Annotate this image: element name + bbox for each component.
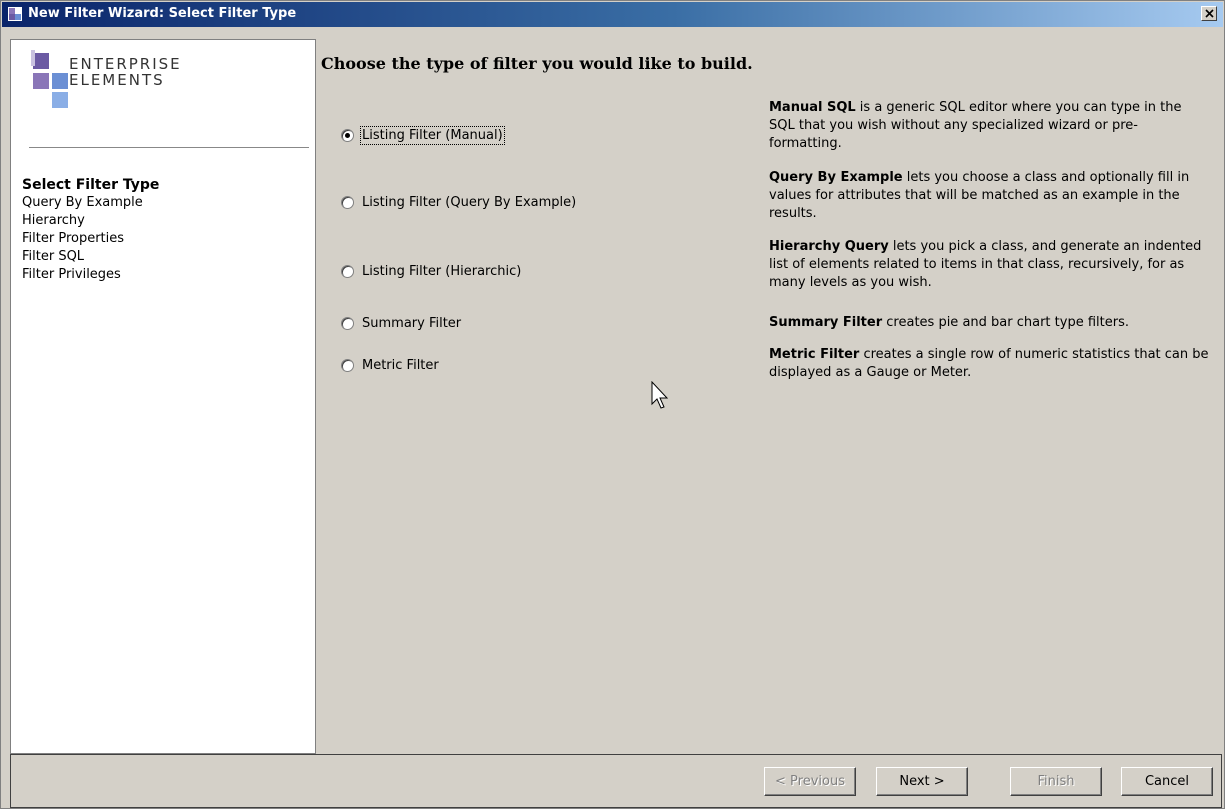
title-bar[interactable]: New Filter Wizard: Select Filter Type bbox=[2, 2, 1223, 27]
enterprise-elements-logo: ENTERPRISE ELEMENTS bbox=[31, 50, 211, 126]
option-label: Summary Filter bbox=[362, 315, 462, 331]
radio-button[interactable] bbox=[341, 264, 354, 278]
filter-type-panel: Choose the type of filter you would like… bbox=[317, 39, 1223, 754]
next-button[interactable]: Next > bbox=[876, 767, 968, 796]
radio-listing-manual[interactable]: Listing Filter (Manual) bbox=[341, 125, 505, 145]
close-icon bbox=[1205, 9, 1214, 18]
step-hierarchy: Hierarchy bbox=[22, 213, 85, 228]
option-description: Hierarchy Query lets you pick a class, a… bbox=[769, 238, 1209, 292]
radio-listing-hierarchic[interactable]: Listing Filter (Hierarchic) bbox=[341, 261, 521, 281]
wizard-steps-panel: ENTERPRISE ELEMENTS Select Filter Type Q… bbox=[10, 39, 316, 754]
step-filter-sql: Filter SQL bbox=[22, 249, 85, 264]
option-label: Listing Filter (Manual) bbox=[360, 125, 505, 145]
option-description: Metric Filter creates a single row of nu… bbox=[769, 346, 1209, 382]
radio-button[interactable] bbox=[341, 316, 354, 330]
option-label: Listing Filter (Query By Example) bbox=[362, 194, 577, 210]
description-title: Summary Filter bbox=[769, 315, 883, 330]
description-title: Metric Filter bbox=[769, 347, 860, 362]
app-icon bbox=[8, 7, 22, 21]
wizard-button-bar: < Previous Next > Finish Cancel bbox=[10, 754, 1222, 808]
radio-button[interactable] bbox=[341, 358, 354, 372]
option-description: Summary Filter creates pie and bar chart… bbox=[769, 314, 1209, 332]
option-label: Listing Filter (Hierarchic) bbox=[362, 263, 522, 279]
radio-button-selected[interactable] bbox=[341, 128, 354, 142]
step-list: Select Filter Type Query By Example Hier… bbox=[22, 176, 159, 284]
step-filter-properties: Filter Properties bbox=[22, 231, 125, 246]
description-title: Query By Example bbox=[769, 170, 903, 185]
description-title: Hierarchy Query bbox=[769, 239, 889, 254]
mouse-cursor-icon bbox=[651, 381, 669, 409]
option-description: Query By Example lets you choose a class… bbox=[769, 169, 1209, 223]
description-text: creates pie and bar chart type filters. bbox=[882, 315, 1129, 330]
radio-metric-filter[interactable]: Metric Filter bbox=[341, 355, 439, 375]
finish-button[interactable]: Finish bbox=[1010, 767, 1102, 796]
cancel-button[interactable]: Cancel bbox=[1121, 767, 1213, 796]
step-select-filter-type: Select Filter Type bbox=[22, 177, 160, 193]
option-description: Manual SQL is a generic SQL editor where… bbox=[769, 99, 1209, 153]
radio-listing-qbe[interactable]: Listing Filter (Query By Example) bbox=[341, 192, 576, 212]
radio-summary-filter[interactable]: Summary Filter bbox=[341, 313, 461, 333]
logo-mark-icon bbox=[31, 50, 68, 108]
logo-line-1: ENTERPRISE bbox=[69, 55, 182, 73]
sidebar-divider bbox=[29, 147, 309, 148]
option-label: Metric Filter bbox=[362, 357, 439, 373]
description-title: Manual SQL bbox=[769, 100, 856, 115]
close-button[interactable] bbox=[1201, 6, 1217, 21]
window-title: New Filter Wizard: Select Filter Type bbox=[28, 6, 297, 21]
step-filter-privileges: Filter Privileges bbox=[22, 267, 121, 282]
step-query-by-example: Query By Example bbox=[22, 195, 143, 210]
wizard-window: New Filter Wizard: Select Filter Type EN… bbox=[0, 0, 1225, 809]
radio-button[interactable] bbox=[341, 195, 354, 209]
previous-button[interactable]: < Previous bbox=[764, 767, 856, 796]
logo-line-2: ELEMENTS bbox=[69, 71, 165, 89]
page-heading: Choose the type of filter you would like… bbox=[321, 54, 753, 73]
